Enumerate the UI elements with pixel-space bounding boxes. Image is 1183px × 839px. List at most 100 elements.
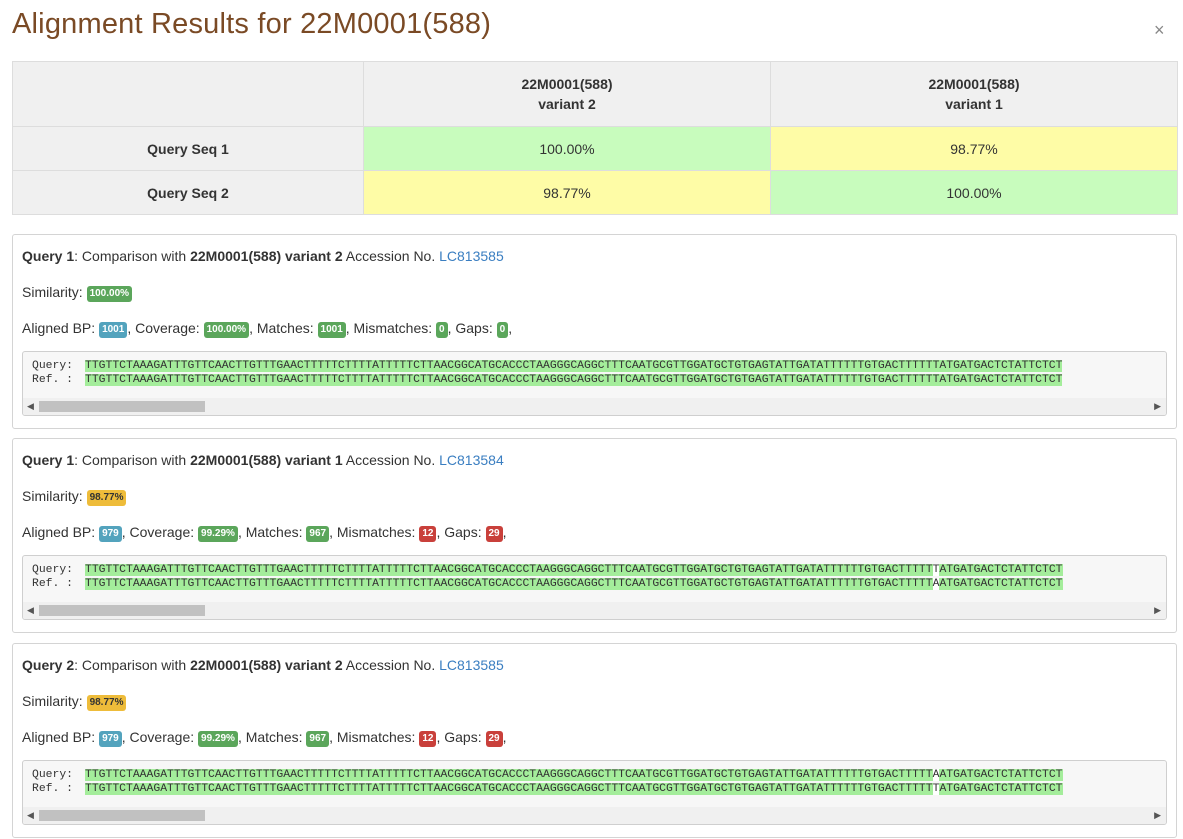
gaps-badge: 29 <box>485 526 503 542</box>
page-title: Alignment Results for 22M0001(588) <box>12 8 492 40</box>
stats-tail: , <box>502 729 507 745</box>
comparison-heading: Query 2: Comparison with 22M0001(588) va… <box>22 657 504 673</box>
similarity-badge: 98.77% <box>86 695 127 711</box>
mismatches-badge: 0 <box>436 322 448 338</box>
horizontal-scrollbar[interactable]: ◀ ▶ <box>23 602 1166 619</box>
ref-sequence-row: Ref. : TTGTTCTAAAGATTTGTTCAACTTGTTTGAACTT… <box>32 782 1063 797</box>
accession-label: Accession No. <box>342 657 440 673</box>
sequence-viewer[interactable]: Query: TTGTTCTAAAGATTTGTTCAACTTGTTTGAACTT… <box>22 760 1167 825</box>
mismatches-badge: 12 <box>419 731 437 747</box>
alignment-panel: Query 1: Comparison with 22M0001(588) va… <box>12 234 1177 429</box>
row-header: Query Seq 2 <box>12 170 364 215</box>
query-name: Query 1 <box>22 452 75 468</box>
gaps-label: , Gaps: <box>447 320 497 336</box>
matches-label: , Matches: <box>237 524 307 540</box>
column-header-variant: variant 2 <box>538 96 596 112</box>
target-name: 22M0001(588) variant 2 <box>190 248 343 264</box>
mismatches-label: , Mismatches: <box>329 524 420 540</box>
alignment-panel: Query 2: Comparison with 22M0001(588) va… <box>12 643 1177 838</box>
close-icon[interactable]: × <box>1154 20 1165 40</box>
stats-line: Aligned BP: 979, Coverage: 99.29%, Match… <box>22 524 507 542</box>
comparison-text: : Comparison with <box>74 452 191 468</box>
accession-label: Accession No. <box>342 248 440 264</box>
scrollbar-thumb[interactable] <box>39 605 205 616</box>
accession-link[interactable]: LC813584 <box>439 452 504 468</box>
mismatches-label: , Mismatches: <box>345 320 437 336</box>
stats-line: Aligned BP: 979, Coverage: 99.29%, Match… <box>22 729 507 747</box>
sequence-viewer[interactable]: Query: TTGTTCTAAAGATTTGTTCAACTTGTTTGAACTT… <box>22 351 1167 416</box>
comparison-heading: Query 1: Comparison with 22M0001(588) va… <box>22 248 504 264</box>
similarity-cell: 100.00% <box>363 126 771 171</box>
ref-label: Ref. : <box>32 783 74 795</box>
matches-badge: 967 <box>306 526 330 542</box>
query-label: Query: <box>32 769 74 781</box>
mismatches-label: , Mismatches: <box>329 729 420 745</box>
similarity-cell: 100.00% <box>770 170 1178 215</box>
query-sequence-aligned: TTGTTCTAAAGATTTGTTCAACTTGTTTGAACTTTTTCTT… <box>85 564 933 576</box>
aligned-label: Aligned BP: <box>22 320 100 336</box>
coverage-label: , Coverage: <box>121 524 199 540</box>
accession-link[interactable]: LC813585 <box>439 657 504 673</box>
column-header-variant: variant 1 <box>945 96 1003 112</box>
query-sequence-row: Query: TTGTTCTAAAGATTTGTTCAACTTGTTTGAACTT… <box>32 768 1063 783</box>
target-name: 22M0001(588) variant 1 <box>190 452 343 468</box>
query-label: Query: <box>32 360 74 372</box>
coverage-label: , Coverage: <box>121 729 199 745</box>
comparison-heading: Query 1: Comparison with 22M0001(588) va… <box>22 452 504 468</box>
coverage-badge: 99.29% <box>198 526 238 542</box>
similarity-badge: 100.00% <box>86 286 133 302</box>
accession-link[interactable]: LC813585 <box>439 248 504 264</box>
matches-label: , Matches: <box>237 729 307 745</box>
ref-sequence-continued: ATGATGACTCTATTCTCT <box>939 578 1063 590</box>
horizontal-scrollbar[interactable]: ◀ ▶ <box>23 398 1166 415</box>
scroll-left-icon[interactable]: ◀ <box>27 605 34 616</box>
query-sequence-continued: ATGATGACTCTATTCTCT <box>939 564 1063 576</box>
similarity-label: Similarity: <box>22 488 87 504</box>
coverage-badge: 100.00% <box>203 322 250 338</box>
aligned-label: Aligned BP: <box>22 524 100 540</box>
scroll-right-icon[interactable]: ▶ <box>1154 810 1161 821</box>
ref-label: Ref. : <box>32 578 74 590</box>
query-sequence: TTGTTCTAAAGATTTGTTCAACTTGTTTGAACTTTTTCTT… <box>85 360 1063 372</box>
matches-badge: 1001 <box>317 322 346 338</box>
scrollbar-thumb[interactable] <box>39 810 205 821</box>
sequence-viewer[interactable]: Query: TTGTTCTAAAGATTTGTTCAACTTGTTTGAACTT… <box>22 555 1167 620</box>
alignment-panel: Query 1: Comparison with 22M0001(588) va… <box>12 438 1177 633</box>
scroll-left-icon[interactable]: ◀ <box>27 401 34 412</box>
scroll-right-icon[interactable]: ▶ <box>1154 401 1161 412</box>
gaps-label: , Gaps: <box>436 729 486 745</box>
matches-label: , Matches: <box>249 320 318 336</box>
similarity-line: Similarity: 98.77% <box>22 488 127 506</box>
similarity-line: Similarity: 98.77% <box>22 693 127 711</box>
scroll-right-icon[interactable]: ▶ <box>1154 605 1161 616</box>
stats-tail: , <box>508 320 513 336</box>
similarity-label: Similarity: <box>22 284 87 300</box>
table-row: Query Seq 2 98.77% 100.00% <box>12 170 1178 215</box>
aligned-badge: 979 <box>99 526 122 542</box>
table-row: Query Seq 1 100.00% 98.77% <box>12 126 1178 171</box>
similarity-label: Similarity: <box>22 693 87 709</box>
ref-sequence-row: Ref. : TTGTTCTAAAGATTTGTTCAACTTGTTTGAACTT… <box>32 373 1063 388</box>
aligned-badge: 979 <box>99 731 122 747</box>
gaps-badge: 0 <box>496 322 509 338</box>
similarity-line: Similarity: 100.00% <box>22 284 133 302</box>
column-header-name: 22M0001(588) <box>928 76 1020 92</box>
similarity-badge: 98.77% <box>86 490 127 506</box>
query-sequence-continued: ATGATGACTCTATTCTCT <box>939 769 1063 781</box>
coverage-badge: 99.29% <box>198 731 238 747</box>
similarity-cell: 98.77% <box>363 170 771 215</box>
row-header: Query Seq 1 <box>12 126 364 171</box>
horizontal-scrollbar[interactable]: ◀ ▶ <box>23 807 1166 824</box>
scrollbar-thumb[interactable] <box>39 401 205 412</box>
ref-sequence-continued: ATGATGACTCTATTCTCT <box>939 783 1063 795</box>
ref-sequence-aligned: TTGTTCTAAAGATTTGTTCAACTTGTTTGAACTTTTTCTT… <box>85 783 933 795</box>
similarity-cell: 98.77% <box>770 126 1178 171</box>
scroll-left-icon[interactable]: ◀ <box>27 810 34 821</box>
query-sequence-row: Query: TTGTTCTAAAGATTTGTTCAACTTGTTTGAACTT… <box>32 359 1063 374</box>
column-header: 22M0001(588) variant 1 <box>770 61 1178 127</box>
query-sequence-row: Query: TTGTTCTAAAGATTTGTTCAACTTGTTTGAACTT… <box>32 563 1063 578</box>
corner-cell <box>12 61 364 127</box>
aligned-badge: 1001 <box>99 322 128 338</box>
similarity-summary-table: 22M0001(588) variant 2 22M0001(588) vari… <box>12 61 1178 215</box>
ref-sequence-aligned: TTGTTCTAAAGATTTGTTCAACTTGTTTGAACTTTTTCTT… <box>85 578 933 590</box>
